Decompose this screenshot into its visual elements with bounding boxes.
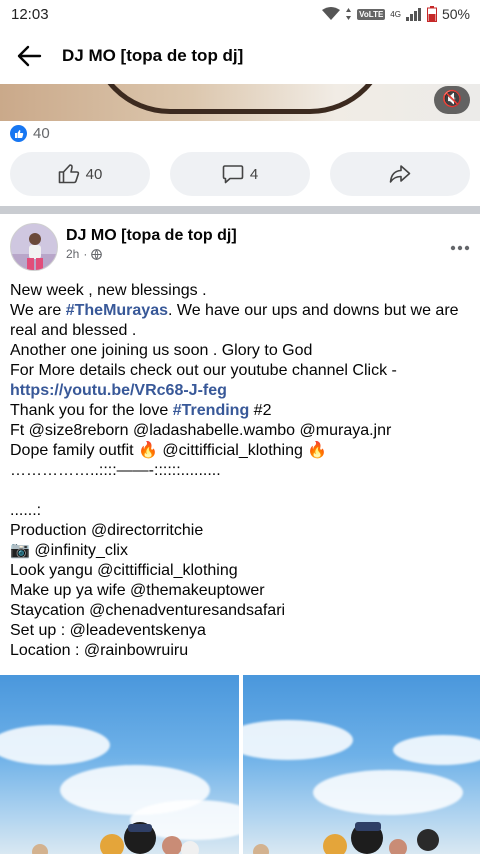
fire-emoji-icon: 🔥 — [138, 442, 158, 459]
post-line: https://youtu.be/VRc68-J-feg — [10, 381, 472, 401]
camera-emoji-icon: 📷 — [10, 542, 30, 559]
post-line: Staycation @chenadventuresandsafari — [10, 602, 286, 619]
photo-cloud — [243, 720, 353, 760]
comment-button[interactable]: 4 — [170, 152, 310, 196]
hashtag-themurayas[interactable]: #TheMurayas — [66, 302, 168, 319]
more-options-button[interactable] — [450, 231, 470, 257]
post-photo-1[interactable] — [0, 675, 239, 854]
post-line-text: Dope family outfit — [10, 442, 139, 459]
post-line: Thank you for the love #Trending #2 — [10, 401, 472, 421]
globe-icon — [91, 248, 103, 260]
post-line: Another one joining us soon . Glory to G… — [10, 342, 313, 359]
post-line: We are #TheMurayas. We have our ups and … — [10, 301, 472, 341]
post-line: Dope family outfit 🔥 @cittifficial_kloth… — [10, 441, 472, 461]
share-button[interactable] — [330, 152, 470, 196]
avatar-image — [11, 224, 57, 270]
signal-icon — [405, 7, 421, 21]
status-time: 12:03 — [11, 6, 49, 23]
post-time[interactable]: 2h — [66, 247, 79, 261]
post-line: Look yangu @cittifficial_klothing — [10, 562, 238, 579]
wifi-icon — [322, 7, 341, 20]
status-bar: 12:03 VoLTE 4G 50% — [0, 0, 480, 30]
post-line: Set up : @leadeventskenya — [10, 622, 206, 639]
reaction-count: 40 — [33, 125, 50, 142]
post-meta: 2h · — [66, 247, 103, 261]
photo-people — [32, 822, 199, 854]
youtube-link[interactable]: https://youtu.be/VRc68-J-feg — [10, 382, 227, 399]
reaction-summary[interactable]: 40 — [10, 125, 50, 142]
post-line-text: #2 — [249, 402, 272, 419]
speech-bubble-icon — [222, 165, 244, 184]
post-body: New week , new blessings . We are #TheMu… — [10, 281, 472, 661]
post-line: Make up ya wife @themakeuptower — [10, 582, 265, 599]
avatar[interactable] — [10, 223, 58, 271]
hashtag-trending[interactable]: #Trending — [173, 402, 249, 419]
feed-divider — [0, 206, 480, 214]
action-row: 40 4 — [10, 152, 470, 196]
post-line: ……………..::::——-::::::......... — [10, 462, 221, 479]
fire-emoji-icon: 🔥 — [307, 442, 328, 459]
post-line-text: We are — [10, 302, 66, 319]
like-reaction-icon — [10, 125, 27, 142]
status-icons: VoLTE 4G 50% — [322, 6, 470, 22]
back-button[interactable] — [16, 44, 44, 70]
mute-button[interactable]: 🔇 — [434, 86, 470, 114]
post-line: 📷 @infinity_clix — [10, 541, 472, 561]
arrow-left-icon — [17, 45, 42, 67]
post-line: ......: — [10, 502, 42, 519]
post-line-text: @infinity_clix — [29, 542, 128, 559]
post-line: Production @directorritchie — [10, 522, 204, 539]
post-line: For More details check out our youtube c… — [10, 362, 397, 379]
network-type: 4G — [390, 9, 401, 19]
meta-separator: · — [83, 247, 88, 261]
thumbs-up-icon — [58, 164, 79, 184]
battery-percent: 50% — [441, 6, 470, 22]
photo-cloud — [393, 735, 480, 765]
post-header: DJ MO [topa de top dj] 2h · — [0, 214, 480, 274]
photo-cloud — [0, 725, 110, 765]
post-line: New week , new blessings . — [10, 282, 207, 299]
like-count: 40 — [85, 165, 103, 183]
post-line-text: Thank you for the love — [10, 402, 173, 419]
post-line — [10, 481, 472, 501]
app-bar: DJ MO [topa de top dj] — [0, 30, 480, 84]
speaker-mute-icon: 🔇 — [442, 91, 462, 108]
post-line: Location : @rainbowruiru — [10, 642, 189, 659]
photo-people — [253, 822, 439, 854]
page-title: DJ MO [topa de top dj] — [62, 46, 244, 65]
like-button[interactable]: 40 — [10, 152, 150, 196]
data-arrows-icon — [346, 8, 352, 20]
more-dots-icon — [450, 245, 470, 251]
share-arrow-icon — [389, 165, 411, 183]
comment-count: 4 — [249, 165, 259, 183]
post-line: Ft @size8reborn @ladashabelle.wambo @mur… — [10, 422, 392, 439]
previous-post-media[interactable]: 🔇 — [0, 84, 480, 121]
battery-icon — [426, 6, 437, 22]
post-author[interactable]: DJ MO [topa de top dj] — [66, 227, 237, 245]
post-photo-2[interactable] — [243, 675, 480, 854]
volte-badge: VoLTE — [357, 8, 386, 20]
post-line-text: @cittifficial_klothing — [157, 442, 308, 459]
